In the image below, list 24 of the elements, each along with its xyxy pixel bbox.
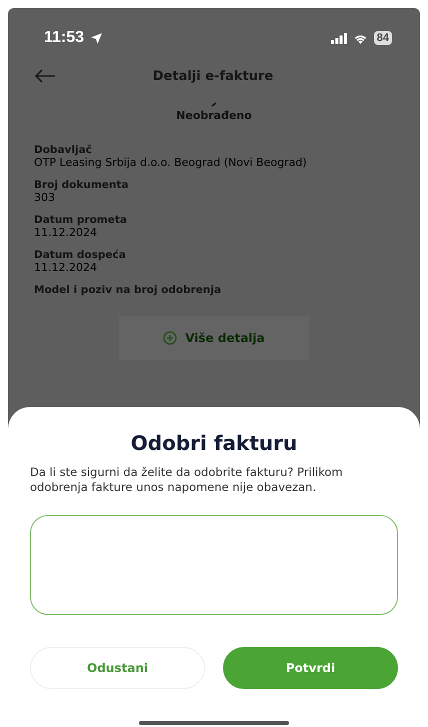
field-value: 11.12.2024 [34,226,98,239]
signal-icon [330,32,347,44]
cancel-button[interactable]: Odustani [30,647,205,689]
field-label: Model i poziv na broj odobrenja [34,284,222,296]
more-details-button[interactable]: Više detalja [119,316,309,360]
note-input-field[interactable] [30,515,398,615]
invoice-status: Neobrađeno [176,109,252,122]
page-title: Detalji e-fakture [152,68,274,84]
battery-indicator: 84 [374,31,392,45]
field-value: OTP Leasing Srbija d.o.o. Beograd (Novi Beograd) [34,156,308,169]
field-label: Datum prometa [34,214,128,226]
dialog-message: Da li ste sigurni da želite da odobrite fakturu? Prilikom odobrenja fakture unos napomene nije obavezan. [30,465,344,495]
plus-circle-icon [163,331,178,345]
field-value: 11.12.2024 [34,261,98,274]
location-arrow-icon [90,32,104,44]
confirm-button[interactable]: Potvrdi [223,647,398,689]
field-label: Datum dospeća [34,249,127,261]
field-value: 303 [34,191,56,204]
status-time: 11:53 [44,29,84,47]
field-label: Dobavljač [34,144,93,156]
back-arrow-icon[interactable] [34,69,56,83]
field-label: Broj dokumenta [34,179,130,191]
dialog-title: Odobri fakturu [130,431,298,455]
wifi-icon [352,32,368,44]
